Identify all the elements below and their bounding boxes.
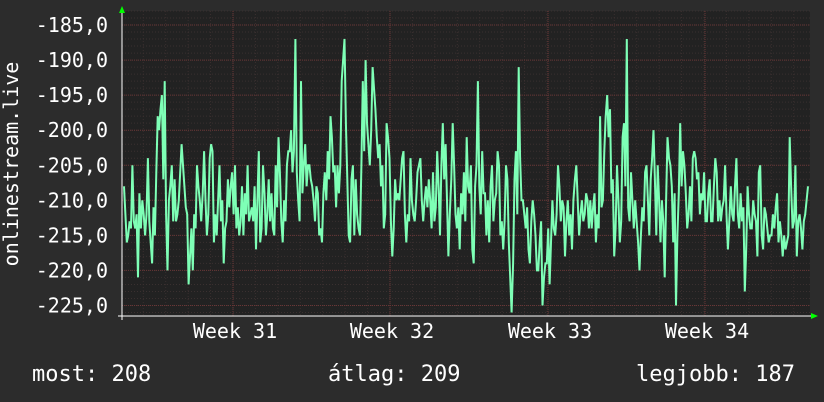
- y-tick-label: -220,0: [36, 258, 108, 282]
- x-tick-label: Week 31: [193, 319, 277, 343]
- x-tick-label: Week 33: [508, 319, 592, 343]
- average-value: átlag: 209: [328, 362, 461, 387]
- x-axis-arrow-icon: [811, 313, 818, 319]
- chart: -185,0 -190,0 -195,0 -200,0 -205,0 -210,0 -215…: [0, 6, 818, 343]
- y-axis-arrow-icon: [119, 6, 125, 13]
- y-tick-label: -225,0: [36, 293, 108, 317]
- y-tick-label: -200,0: [36, 118, 108, 142]
- y-tick-label: -205,0: [36, 153, 108, 177]
- y-tick-label: -210,0: [36, 188, 108, 212]
- current-value: most: 208: [32, 362, 152, 387]
- x-axis-tick-labels: Week 31 Week 32 Week 33 Week 34: [193, 319, 749, 343]
- y-tick-label: -185,0: [36, 13, 108, 37]
- y-axis-label: onlinestream.live: [0, 62, 23, 267]
- y-tick-label: -190,0: [36, 48, 108, 72]
- y-tick-label: -195,0: [36, 83, 108, 107]
- y-axis-tick-labels: -185,0 -190,0 -195,0 -200,0 -205,0 -210,0 -215…: [36, 13, 108, 317]
- x-tick-label: Week 32: [350, 319, 434, 343]
- x-tick-label: Week 34: [665, 319, 749, 343]
- y-tick-label: -215,0: [36, 223, 108, 247]
- best-value: legjobb: 187: [636, 362, 795, 387]
